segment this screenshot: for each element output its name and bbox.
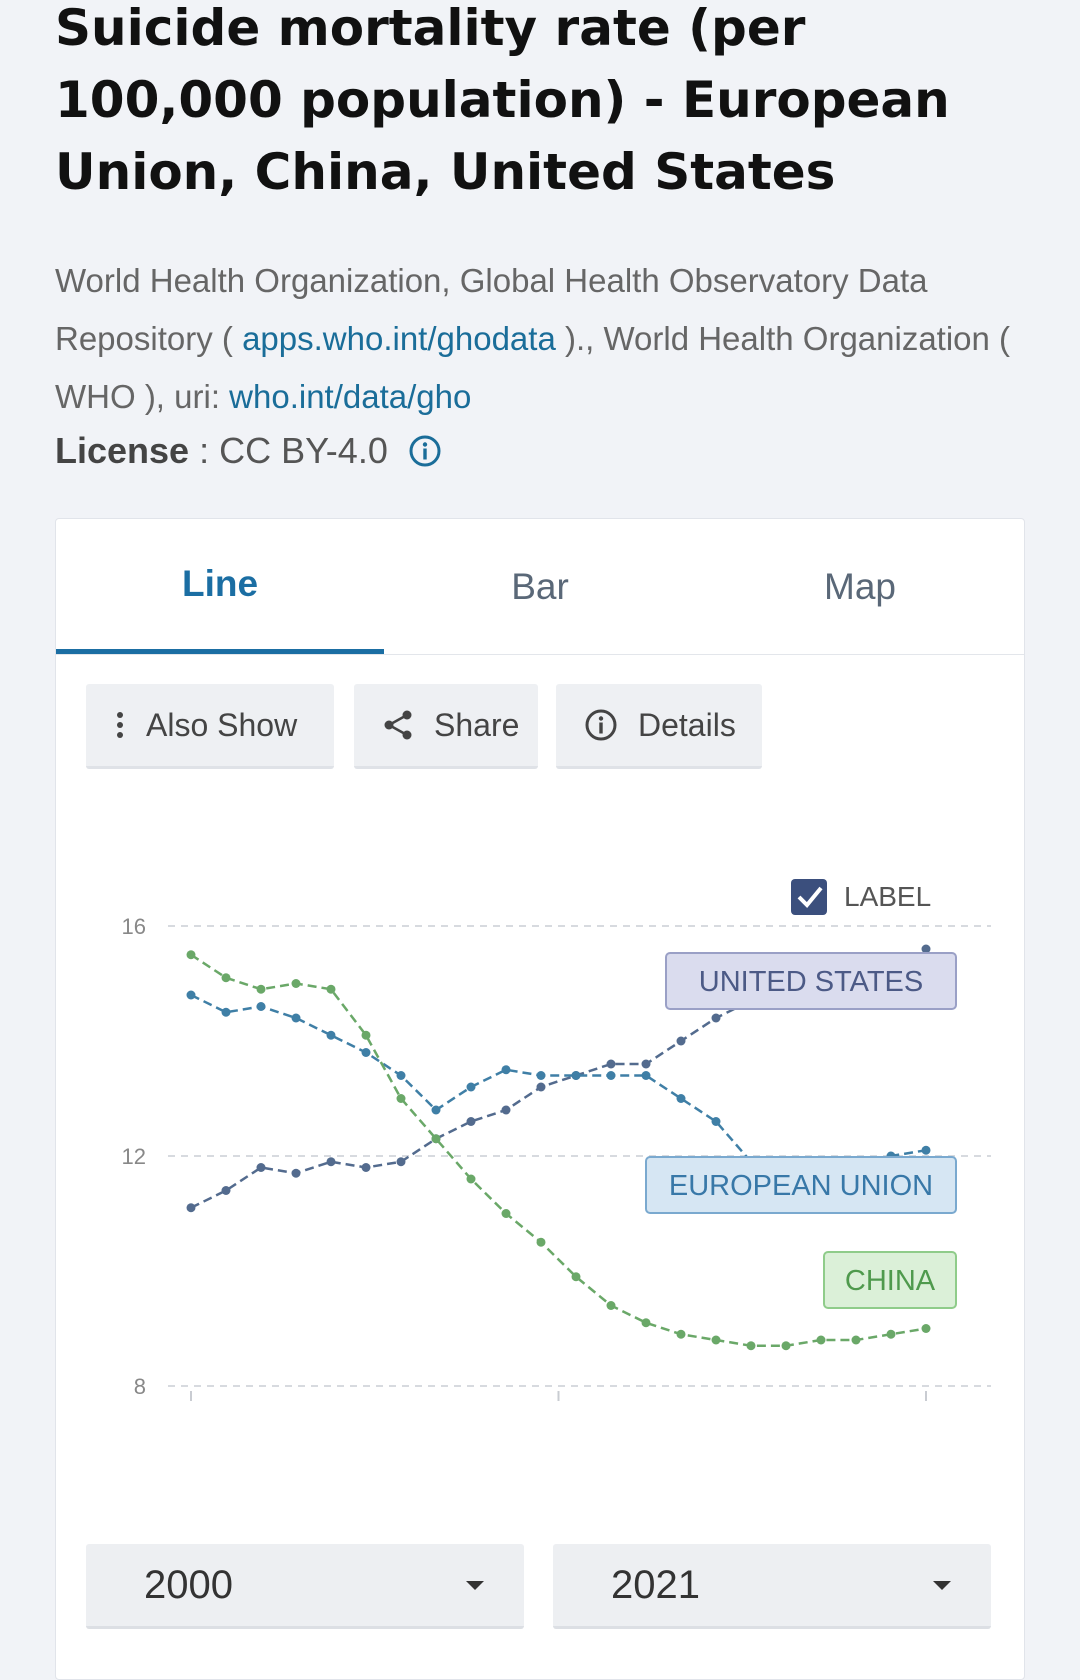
label-checkbox xyxy=(791,879,827,915)
data-point xyxy=(291,1168,301,1178)
data-point xyxy=(326,1030,336,1040)
data-point xyxy=(501,1105,511,1115)
data-point xyxy=(186,990,196,1000)
data-point xyxy=(886,1329,896,1339)
data-point xyxy=(256,984,266,994)
line-chart: 8 12 16 LABEL UNITED STATES EUROPEAN UNION CHI… xyxy=(122,879,991,1401)
data-point xyxy=(361,1030,371,1040)
page-title: Suicide mortality rate (per 100,000 popu… xyxy=(55,0,950,201)
data-point xyxy=(256,1163,266,1172)
tab-line[interactable]: Line xyxy=(56,519,384,654)
data-point xyxy=(396,1157,406,1167)
data-point xyxy=(221,973,231,983)
gho-link[interactable]: who.int/data/gho xyxy=(229,378,471,415)
data-point xyxy=(186,1203,196,1213)
data-point xyxy=(746,1341,756,1351)
data-point xyxy=(676,1036,686,1046)
data-point xyxy=(921,1324,931,1333)
start-year-select[interactable]: 2000 xyxy=(86,1544,524,1629)
chart-card: Line Bar Map Also Show Share Details 8 12… xyxy=(55,518,1025,1680)
data-point xyxy=(291,1013,301,1023)
data-point xyxy=(851,1335,861,1345)
data-point xyxy=(326,1157,336,1167)
data-point xyxy=(606,1301,616,1310)
source-attribution: World Health Organization, Global Health… xyxy=(55,252,1035,426)
data-point xyxy=(396,1071,406,1080)
ghodata-link[interactable]: apps.who.int/ghodata xyxy=(242,320,556,357)
series-label: CHINA xyxy=(845,1265,936,1297)
data-point xyxy=(641,1318,651,1328)
info-icon xyxy=(585,709,617,741)
y-tick-label: 12 xyxy=(122,1144,146,1169)
data-point xyxy=(501,1209,511,1218)
data-point xyxy=(466,1174,476,1184)
data-point xyxy=(676,1094,686,1103)
data-point xyxy=(641,1071,651,1080)
series-line xyxy=(190,993,927,1175)
data-point xyxy=(606,1059,616,1069)
tab-map[interactable]: Map xyxy=(696,519,1024,654)
info-icon[interactable] xyxy=(408,434,442,468)
data-point xyxy=(816,1335,826,1345)
data-point xyxy=(466,1117,476,1126)
data-point xyxy=(711,1117,721,1126)
data-point xyxy=(221,1007,231,1017)
data-point xyxy=(291,979,301,988)
tab-bar[interactable]: Bar xyxy=(376,519,704,654)
caret-down-icon xyxy=(466,1580,484,1590)
data-point xyxy=(641,1059,651,1069)
details-label: Details xyxy=(638,706,736,743)
caret-down-icon xyxy=(933,1580,951,1590)
data-point xyxy=(326,984,336,994)
series-label: EUROPEAN UNION xyxy=(669,1170,933,1202)
also-show-button[interactable]: Also Show xyxy=(86,684,334,769)
license-label: License xyxy=(55,430,190,471)
share-icon xyxy=(384,710,412,740)
data-point xyxy=(431,1134,441,1144)
license-separator: : xyxy=(199,430,210,471)
data-point xyxy=(781,1341,791,1351)
series-label: UNITED STATES xyxy=(699,966,924,998)
data-point xyxy=(536,1237,546,1247)
data-point xyxy=(571,1071,581,1080)
license-line: License : CC BY-4.0 xyxy=(55,430,442,472)
share-label: Share xyxy=(434,706,520,743)
data-point xyxy=(221,1186,231,1195)
data-point xyxy=(501,1065,511,1075)
chart-tabs: Line Bar Map xyxy=(56,519,1024,655)
data-point xyxy=(571,1272,581,1282)
data-point xyxy=(396,1094,406,1103)
data-point xyxy=(431,1105,441,1115)
label-toggle-text: LABEL xyxy=(844,881,931,912)
data-point xyxy=(536,1071,546,1080)
data-point xyxy=(606,1071,616,1080)
more-vertical-icon xyxy=(117,712,123,738)
data-point xyxy=(466,1082,476,1092)
data-point xyxy=(361,1163,371,1172)
data-point xyxy=(676,1329,686,1339)
end-year-select[interactable]: 2021 xyxy=(553,1544,991,1629)
details-button[interactable]: Details xyxy=(556,684,762,769)
data-point xyxy=(256,1002,266,1011)
start-year-value: 2000 xyxy=(144,1562,233,1607)
data-point xyxy=(921,1145,931,1155)
series-line xyxy=(190,953,927,1347)
data-point xyxy=(361,1048,371,1057)
data-point xyxy=(711,1013,721,1023)
license-value: CC BY-4.0 xyxy=(219,430,388,471)
y-tick-label: 16 xyxy=(122,914,146,939)
data-point xyxy=(186,950,196,960)
share-button[interactable]: Share xyxy=(354,684,538,769)
end-year-value: 2021 xyxy=(611,1562,700,1607)
data-point xyxy=(711,1335,721,1345)
also-show-label: Also Show xyxy=(146,706,298,743)
y-tick-label: 8 xyxy=(134,1374,146,1399)
data-point xyxy=(536,1082,546,1092)
